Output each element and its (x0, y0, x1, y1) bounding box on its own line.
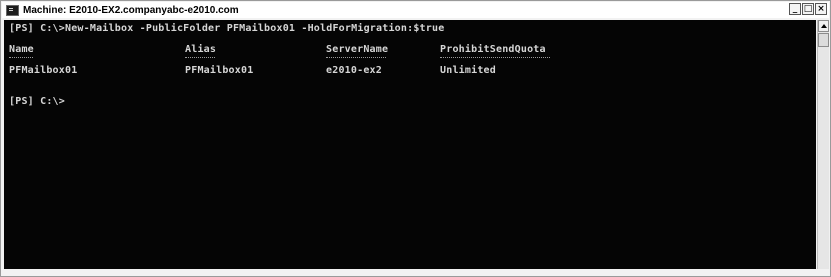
header-underline-name (9, 57, 33, 60)
row-prohibit-send-quota: Unlimited (440, 65, 496, 76)
header-prohibit-send-quota: ProhibitSendQuota (440, 44, 546, 55)
minimize-button[interactable]: _ (789, 3, 801, 15)
command-line: [PS] C:\>New-Mailbox -PublicFolder PFMai… (9, 23, 445, 34)
header-underline-prohibit-send-quota (440, 57, 550, 60)
prompt-line: [PS] C:\> (9, 96, 65, 107)
window-controls: _ □ × (789, 3, 827, 15)
powershell-console-icon (6, 4, 19, 16)
row-server-name: e2010-ex2 (326, 65, 382, 76)
console-output[interactable]: [PS] C:\>New-Mailbox -PublicFolder PFMai… (4, 20, 816, 269)
row-alias: PFMailbox01 (185, 65, 254, 76)
scroll-up-arrow-icon[interactable] (818, 20, 829, 32)
console-window: Machine: E2010-EX2.companyabc-e2010.com … (0, 0, 831, 277)
close-button[interactable]: × (815, 3, 827, 15)
header-server-name: ServerName (326, 44, 389, 55)
row-name: PFMailbox01 (9, 65, 78, 76)
window-title: Machine: E2010-EX2.companyabc-e2010.com (23, 4, 239, 16)
header-underline-alias (185, 57, 215, 60)
title-bar[interactable]: Machine: E2010-EX2.companyabc-e2010.com … (2, 2, 829, 18)
header-name: Name (9, 44, 34, 55)
maximize-button[interactable]: □ (802, 3, 814, 15)
scroll-thumb[interactable] (818, 33, 829, 47)
header-alias: Alias (185, 44, 217, 55)
header-underline-server-name (326, 57, 386, 60)
vertical-scrollbar[interactable] (817, 20, 829, 269)
